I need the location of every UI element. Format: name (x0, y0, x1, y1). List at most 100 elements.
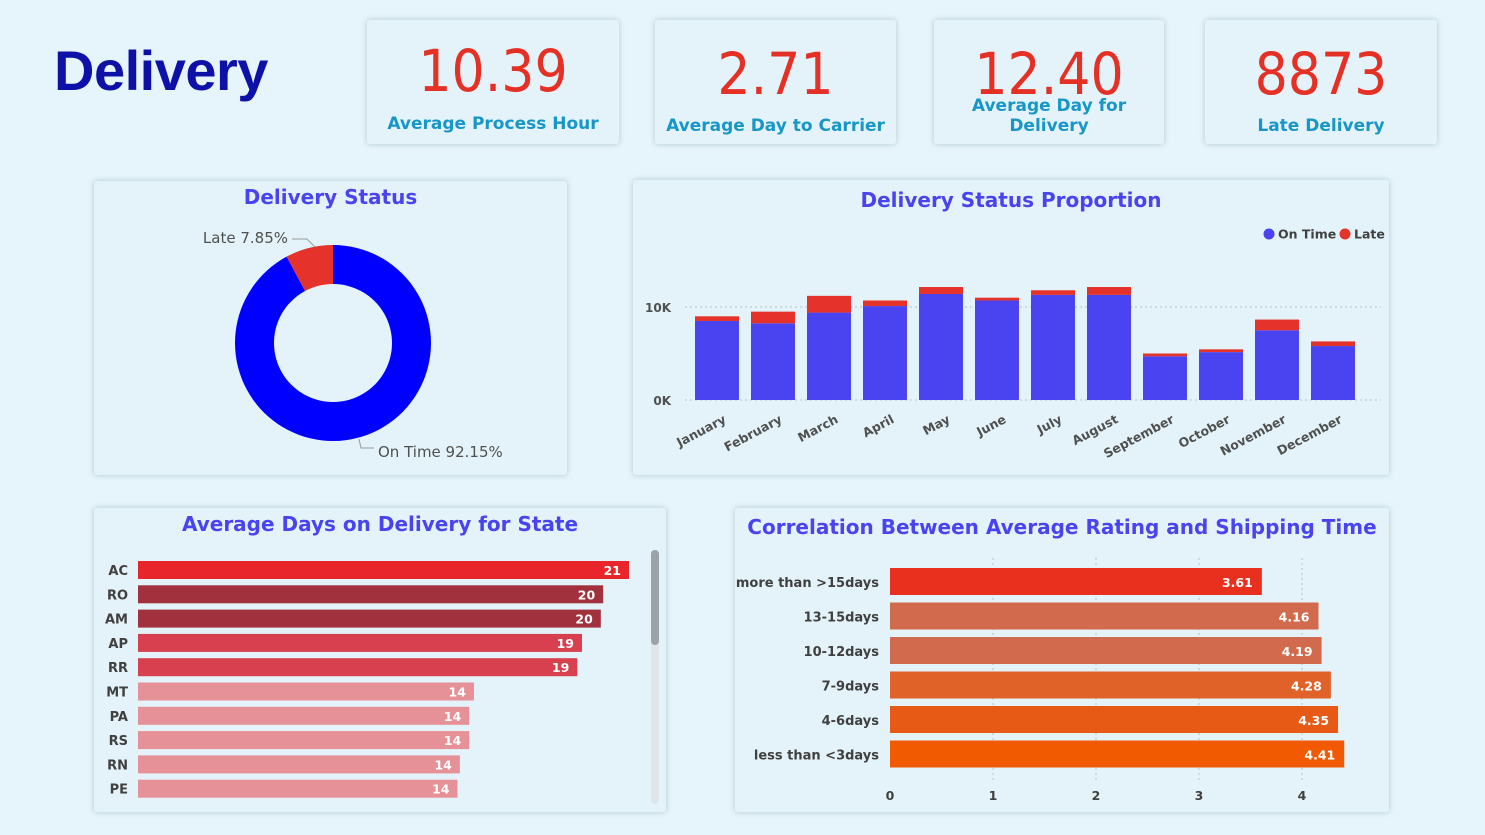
y-tick-label: 0K (653, 394, 671, 408)
legend-marker-late (1339, 228, 1351, 240)
y-tick-label: 10K (645, 301, 672, 315)
y-tick-label: AC (108, 564, 128, 579)
x-tick-label: January (673, 411, 728, 450)
bar-on-time (975, 300, 1019, 400)
data-label: 4.16 (1279, 610, 1310, 625)
data-label: 14 (449, 685, 467, 700)
kpi-card-late-delivery[interactable]: 8873 Late Delivery (1205, 20, 1437, 144)
bar (890, 568, 1262, 595)
bar-late (863, 300, 907, 307)
bar-on-time (1255, 330, 1299, 400)
bar-late (1143, 353, 1187, 357)
rating-correlation-card[interactable]: Correlation Between Average Rating and S… (735, 508, 1389, 812)
bar-late (1311, 341, 1355, 347)
bar-late (975, 297, 1019, 301)
kpi-card-day-to-carrier[interactable]: 2.71 Average Day to Carrier (655, 20, 896, 144)
leader-line-late (292, 238, 316, 248)
legend-label-late: Late (1354, 227, 1385, 242)
data-label: 4.19 (1282, 644, 1313, 659)
rating-bar-chart: 0 1 2 3 4 more than >15days 3.61 13-15days 4.16 1… (736, 558, 1345, 803)
kpi-value: 2.71 (717, 40, 834, 108)
kpi-label: Late Delivery (1257, 116, 1385, 136)
scrollbar-thumb[interactable] (651, 550, 659, 645)
bar-late (1255, 319, 1299, 331)
bar-on-time (863, 306, 907, 400)
y-tick-label: RR (108, 661, 128, 676)
data-label: 14 (434, 757, 452, 772)
bar-on-time (695, 320, 739, 400)
leader-line-on-time (358, 438, 374, 449)
kpi-value: 12.40 (974, 40, 1124, 108)
bar-on-time (1031, 294, 1075, 400)
data-label: 19 (557, 636, 574, 651)
x-tick-label: 0 (886, 788, 895, 803)
data-label: 14 (444, 709, 462, 724)
bar (890, 706, 1339, 733)
bar (138, 731, 470, 750)
bar (138, 658, 578, 677)
bar-late (1199, 349, 1243, 353)
y-tick-label: RN (107, 758, 128, 773)
y-tick-label: 4-6days (822, 714, 880, 729)
bar-late (1087, 287, 1131, 295)
bar-late (695, 316, 739, 321)
page-title: Delivery (54, 39, 268, 102)
bar (890, 740, 1345, 768)
y-tick-label: AP (108, 637, 128, 652)
bar-on-time (1311, 346, 1355, 400)
bar-late (751, 311, 795, 324)
bar (890, 602, 1319, 630)
kpi-label: Average Day for Delivery (971, 96, 1127, 136)
bar-on-time (1143, 356, 1187, 400)
data-label: 20 (578, 587, 596, 602)
x-tick-label: 4 (1298, 788, 1307, 803)
kpi-value: 10.39 (418, 37, 568, 105)
bar-late (1031, 290, 1075, 295)
donut-chart: Late 7.85% On Time 92.15% (203, 229, 503, 461)
bar (890, 671, 1331, 699)
bar-on-time (1087, 294, 1131, 400)
kpi-card-process-hour[interactable]: 10.39 Average Process Hour (367, 20, 619, 144)
y-tick-label: less than <3days (754, 749, 879, 764)
data-label: 3.61 (1222, 575, 1253, 590)
kpi-label: Average Process Hour (387, 114, 599, 134)
data-label: 20 (575, 612, 593, 627)
state-delivery-card[interactable]: Average Days on Delivery for State AC 21 R… (94, 508, 666, 812)
bar (138, 609, 601, 628)
kpi-card-day-for-delivery[interactable]: 12.40 Average Day for Delivery (934, 20, 1164, 144)
bar-on-time (1199, 352, 1243, 400)
data-label: 19 (552, 660, 569, 675)
x-tick-label: December (1274, 411, 1345, 458)
y-tick-label: AM (105, 613, 128, 628)
data-label: 4.41 (1304, 748, 1335, 763)
x-tick-label: May (920, 411, 952, 438)
data-label-on-time: On Time 92.15% (378, 443, 503, 461)
bar (138, 682, 474, 701)
data-label: 14 (432, 782, 450, 797)
bar (138, 755, 460, 774)
y-tick-label: 7-9days (822, 680, 880, 695)
legend-marker-on-time (1263, 228, 1275, 240)
y-tick-label: PE (110, 783, 128, 798)
x-tick-label: 1 (989, 788, 998, 803)
y-tick-label: PA (110, 710, 128, 725)
bar-on-time (807, 312, 851, 400)
bar (890, 637, 1322, 664)
state-bar-chart: AC 21 RO 20 AM 20 AP 19 RR 19 MT 14 PA 14 RS 14 RN 14 PE 14 (105, 561, 629, 798)
y-tick-label: RS (109, 734, 128, 749)
delivery-proportion-card[interactable]: Delivery Status Proportion 0K 10K On Time L… (633, 180, 1389, 475)
x-tick-label: June (973, 411, 1008, 439)
bar (138, 779, 458, 798)
delivery-status-card[interactable]: Delivery Status Late 7.85% On Time 92.15% (94, 181, 567, 475)
x-tick-label: July (1034, 411, 1065, 437)
x-tick-label: 2 (1092, 788, 1101, 803)
bar (138, 585, 604, 604)
data-label: 14 (444, 733, 462, 748)
x-tick-label: 3 (1195, 788, 1204, 803)
bar (138, 561, 629, 579)
bar-on-time (751, 323, 795, 400)
stacked-bar-chart: 0K 10K On Time Late JanuaryFebruary March Apri… (645, 227, 1385, 462)
data-label-late: Late 7.85% (203, 229, 288, 247)
data-label: 4.35 (1298, 713, 1329, 728)
data-label: 4.28 (1291, 679, 1322, 694)
